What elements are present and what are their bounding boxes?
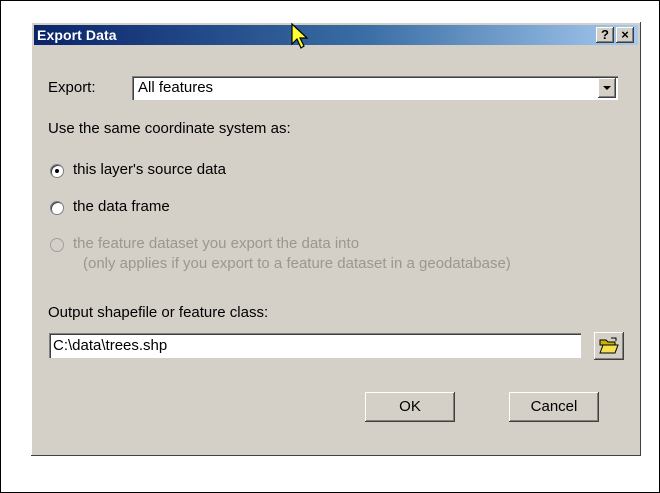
- radio-source-data-label[interactable]: this layer's source data: [73, 161, 226, 178]
- radio-source-data[interactable]: [50, 164, 64, 178]
- output-label: Output shapefile or feature class:: [48, 304, 269, 321]
- radio-selected-dot: [55, 169, 59, 173]
- cancel-button[interactable]: Cancel: [509, 392, 599, 422]
- close-button[interactable]: ×: [616, 27, 634, 43]
- radio-data-frame-label[interactable]: the data frame: [73, 198, 170, 215]
- export-data-dialog: Export Data ? × Export: All features Use…: [31, 22, 641, 456]
- open-folder-icon: [599, 337, 619, 354]
- export-dropdown-value: All features: [138, 79, 214, 96]
- browse-button[interactable]: [594, 332, 624, 360]
- title-bar[interactable]: Export Data ? ×: [34, 25, 638, 45]
- output-path-field[interactable]: C:\data\trees.shp: [49, 333, 581, 358]
- coordinate-system-heading: Use the same coordinate system as:: [48, 120, 291, 137]
- chevron-down-icon: [603, 86, 611, 90]
- ok-button[interactable]: OK: [365, 392, 455, 422]
- window-title: Export Data: [37, 27, 117, 43]
- mouse-pointer-icon: [291, 22, 309, 49]
- radio-feature-dataset-label: the feature dataset you export the data …: [73, 235, 360, 252]
- export-dropdown[interactable]: All features: [132, 76, 618, 100]
- radio-feature-dataset-note: (only applies if you export to a feature…: [83, 255, 511, 272]
- radio-feature-dataset: [50, 238, 64, 252]
- dropdown-arrow-button[interactable]: [598, 78, 616, 98]
- help-button[interactable]: ?: [596, 27, 614, 43]
- radio-data-frame[interactable]: [50, 201, 64, 215]
- output-path-value: C:\data\trees.shp: [53, 337, 168, 354]
- export-label: Export:: [48, 79, 96, 96]
